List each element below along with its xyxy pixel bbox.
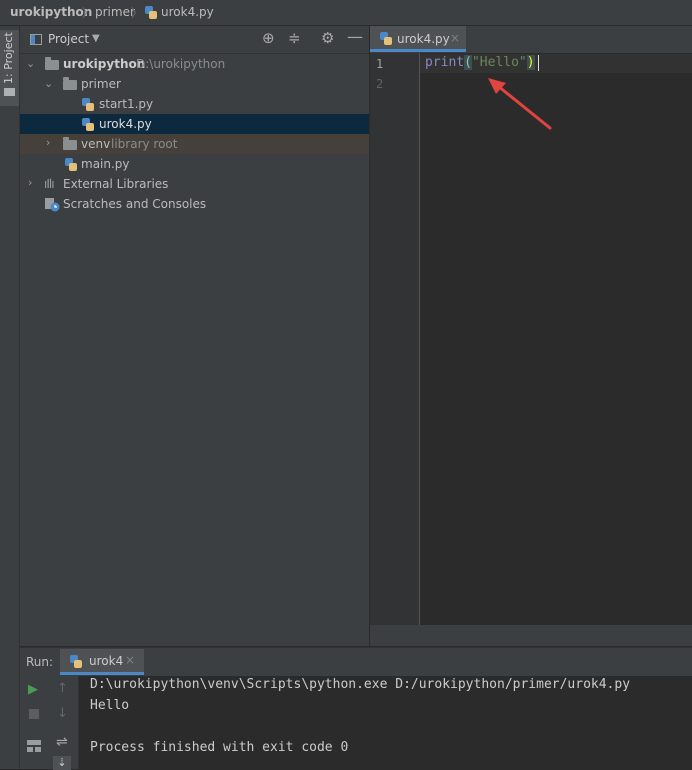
console-output-line: Hello	[90, 698, 130, 713]
tree-item-start1[interactable]: start1.py	[20, 94, 369, 114]
line-number: 1	[376, 57, 384, 71]
run-toolbar: ▶ ↑ ↓ ⇌ ⇣	[20, 676, 79, 770]
hide-panel-icon[interactable]: —	[347, 27, 363, 46]
editor-status-strip	[370, 625, 692, 646]
tree-label: urok4.py	[99, 117, 152, 131]
code-line-1[interactable]: print("Hello")	[425, 55, 535, 70]
tree-item-primer[interactable]: ⌄ primer	[20, 74, 369, 94]
project-view-icon	[30, 34, 42, 45]
run-tab-label: urok4	[89, 654, 124, 668]
scroll-to-end-icon[interactable]: ⇣	[53, 756, 71, 770]
run-panel-label: Run:	[26, 655, 54, 669]
close-icon[interactable]: ×	[125, 653, 135, 667]
tree-item-external-libraries[interactable]: › ıIlı External Libraries	[20, 174, 369, 194]
python-file-icon	[380, 32, 392, 48]
tree-item-urok4[interactable]: urok4.py	[20, 114, 369, 134]
chevron-right-icon[interactable]: ›	[46, 136, 50, 149]
tree-label: primer	[81, 77, 121, 91]
line-number: 2	[376, 77, 384, 91]
arrow-down-icon[interactable]: ↓	[57, 706, 68, 721]
text-cursor	[538, 55, 539, 71]
code-paren-open: (	[464, 55, 472, 70]
chevron-down-icon[interactable]: ⌄	[26, 57, 35, 70]
tree-path: D:\urokipython	[136, 57, 226, 71]
collapse-all-icon[interactable]: ≑	[288, 29, 301, 47]
console-exit-message: Process finished with exit code 0	[90, 740, 349, 755]
tree-label: venv	[81, 137, 111, 151]
code-function: print	[425, 55, 465, 70]
breadcrumb-file[interactable]: urok4.py	[161, 5, 214, 19]
python-file-icon	[145, 6, 157, 22]
project-panel-title[interactable]: Project	[48, 32, 89, 46]
close-icon[interactable]: ×	[450, 31, 460, 45]
tree-item-venv[interactable]: › venv library root	[20, 134, 369, 154]
code-paren-close: )	[526, 55, 535, 70]
stop-icon[interactable]	[29, 709, 39, 719]
folder-icon	[63, 77, 77, 90]
tool-window-stripe	[0, 26, 20, 769]
project-tool-label[interactable]: 1: Project	[2, 24, 15, 84]
folder-icon	[63, 137, 77, 150]
folder-icon	[45, 57, 59, 70]
python-file-icon	[82, 98, 94, 114]
project-panel-header: Project ▼ ⊕ ≑ ⚙ —	[20, 26, 369, 54]
run-tab-urok4[interactable]: urok4 ×	[60, 649, 144, 675]
locate-icon[interactable]: ⊕	[262, 29, 275, 47]
chevron-down-icon[interactable]: ▼	[92, 33, 100, 44]
tree-label: urokipython	[63, 57, 146, 71]
navigation-bar: urokipython 〉 primer 〉 urok4.py	[0, 0, 692, 26]
editor-tab-urok4[interactable]: urok4.py ×	[370, 26, 466, 52]
tree-item-root[interactable]: ⌄ urokipython D:\urokipython	[20, 54, 369, 74]
gear-icon[interactable]: ⚙	[321, 29, 334, 47]
chevron-right-icon[interactable]: ›	[28, 176, 32, 189]
python-file-icon	[65, 158, 77, 174]
arrow-up-icon[interactable]: ↑	[57, 681, 68, 696]
breadcrumb-project[interactable]: urokipython	[10, 5, 92, 19]
tree-label: External Libraries	[63, 177, 169, 191]
code-string: "Hello"	[471, 55, 527, 70]
console-command: D:\urokipython\venv\Scripts\python.exe D…	[90, 677, 631, 692]
breadcrumb-separator-icon: 〉	[131, 6, 144, 20]
editor-tab-label: urok4.py	[397, 32, 450, 46]
folder-icon	[4, 88, 15, 96]
editor-gutter: 1 2	[370, 53, 420, 625]
library-icon: ıIlı	[44, 177, 55, 191]
breadcrumb-separator-icon: 〉	[82, 6, 95, 20]
chevron-down-icon[interactable]: ⌄	[44, 77, 53, 90]
python-file-icon	[82, 118, 94, 134]
tree-label: main.py	[81, 157, 130, 171]
tree-item-scratches[interactable]: Scratches and Consoles	[20, 194, 369, 214]
annotation-arrow-icon	[488, 78, 552, 130]
tree-item-main[interactable]: main.py	[20, 154, 369, 174]
code-editor[interactable]	[420, 53, 692, 625]
tree-hint: library root	[111, 137, 178, 151]
soft-wrap-icon[interactable]: ⇌	[56, 734, 68, 750]
tree-label: Scratches and Consoles	[63, 197, 207, 211]
tree-label: start1.py	[99, 97, 154, 111]
breadcrumb-folder[interactable]: primer	[95, 5, 135, 19]
python-file-icon	[70, 655, 82, 671]
layout-icon[interactable]	[27, 740, 41, 755]
scratches-icon	[44, 198, 60, 215]
rerun-icon[interactable]: ▶	[28, 682, 38, 697]
